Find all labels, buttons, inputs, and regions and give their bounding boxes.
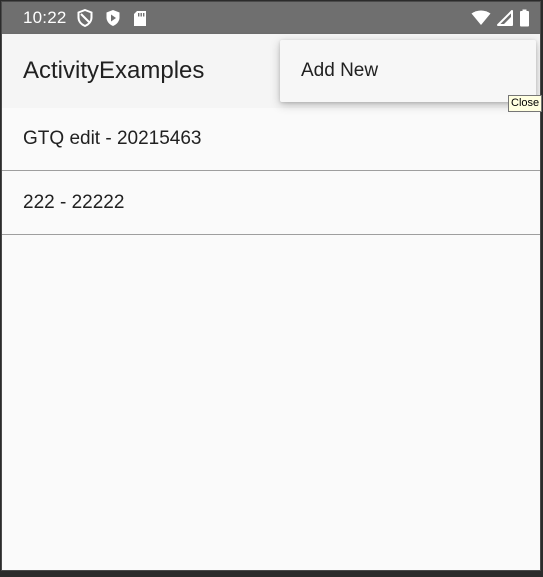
status-bar: 10:22 [2, 2, 540, 34]
shield-outline-icon [77, 9, 93, 27]
page-title: ActivityExamples [23, 57, 205, 84]
device-screen: 10:22 ActivityExamples GTQ edit - 202154… [1, 1, 541, 571]
signal-icon [497, 10, 513, 26]
close-tooltip: Close [508, 95, 543, 112]
wifi-icon [471, 10, 491, 26]
menu-item-add-new[interactable]: Add New [301, 60, 378, 82]
battery-icon [519, 9, 530, 27]
list-item-label: 222 - 22222 [23, 191, 125, 213]
play-protect-icon [105, 9, 121, 27]
sd-card-icon [133, 10, 147, 27]
status-time: 10:22 [23, 8, 67, 27]
overflow-menu: Add New [280, 40, 536, 102]
status-left-icons [77, 9, 147, 27]
list-item[interactable]: GTQ edit - 20215463 [2, 108, 540, 171]
list-item[interactable]: 222 - 22222 [2, 171, 540, 235]
status-right-icons [471, 9, 530, 27]
activity-list: GTQ edit - 20215463 222 - 22222 [2, 108, 540, 235]
list-item-label: GTQ edit - 20215463 [23, 128, 202, 149]
